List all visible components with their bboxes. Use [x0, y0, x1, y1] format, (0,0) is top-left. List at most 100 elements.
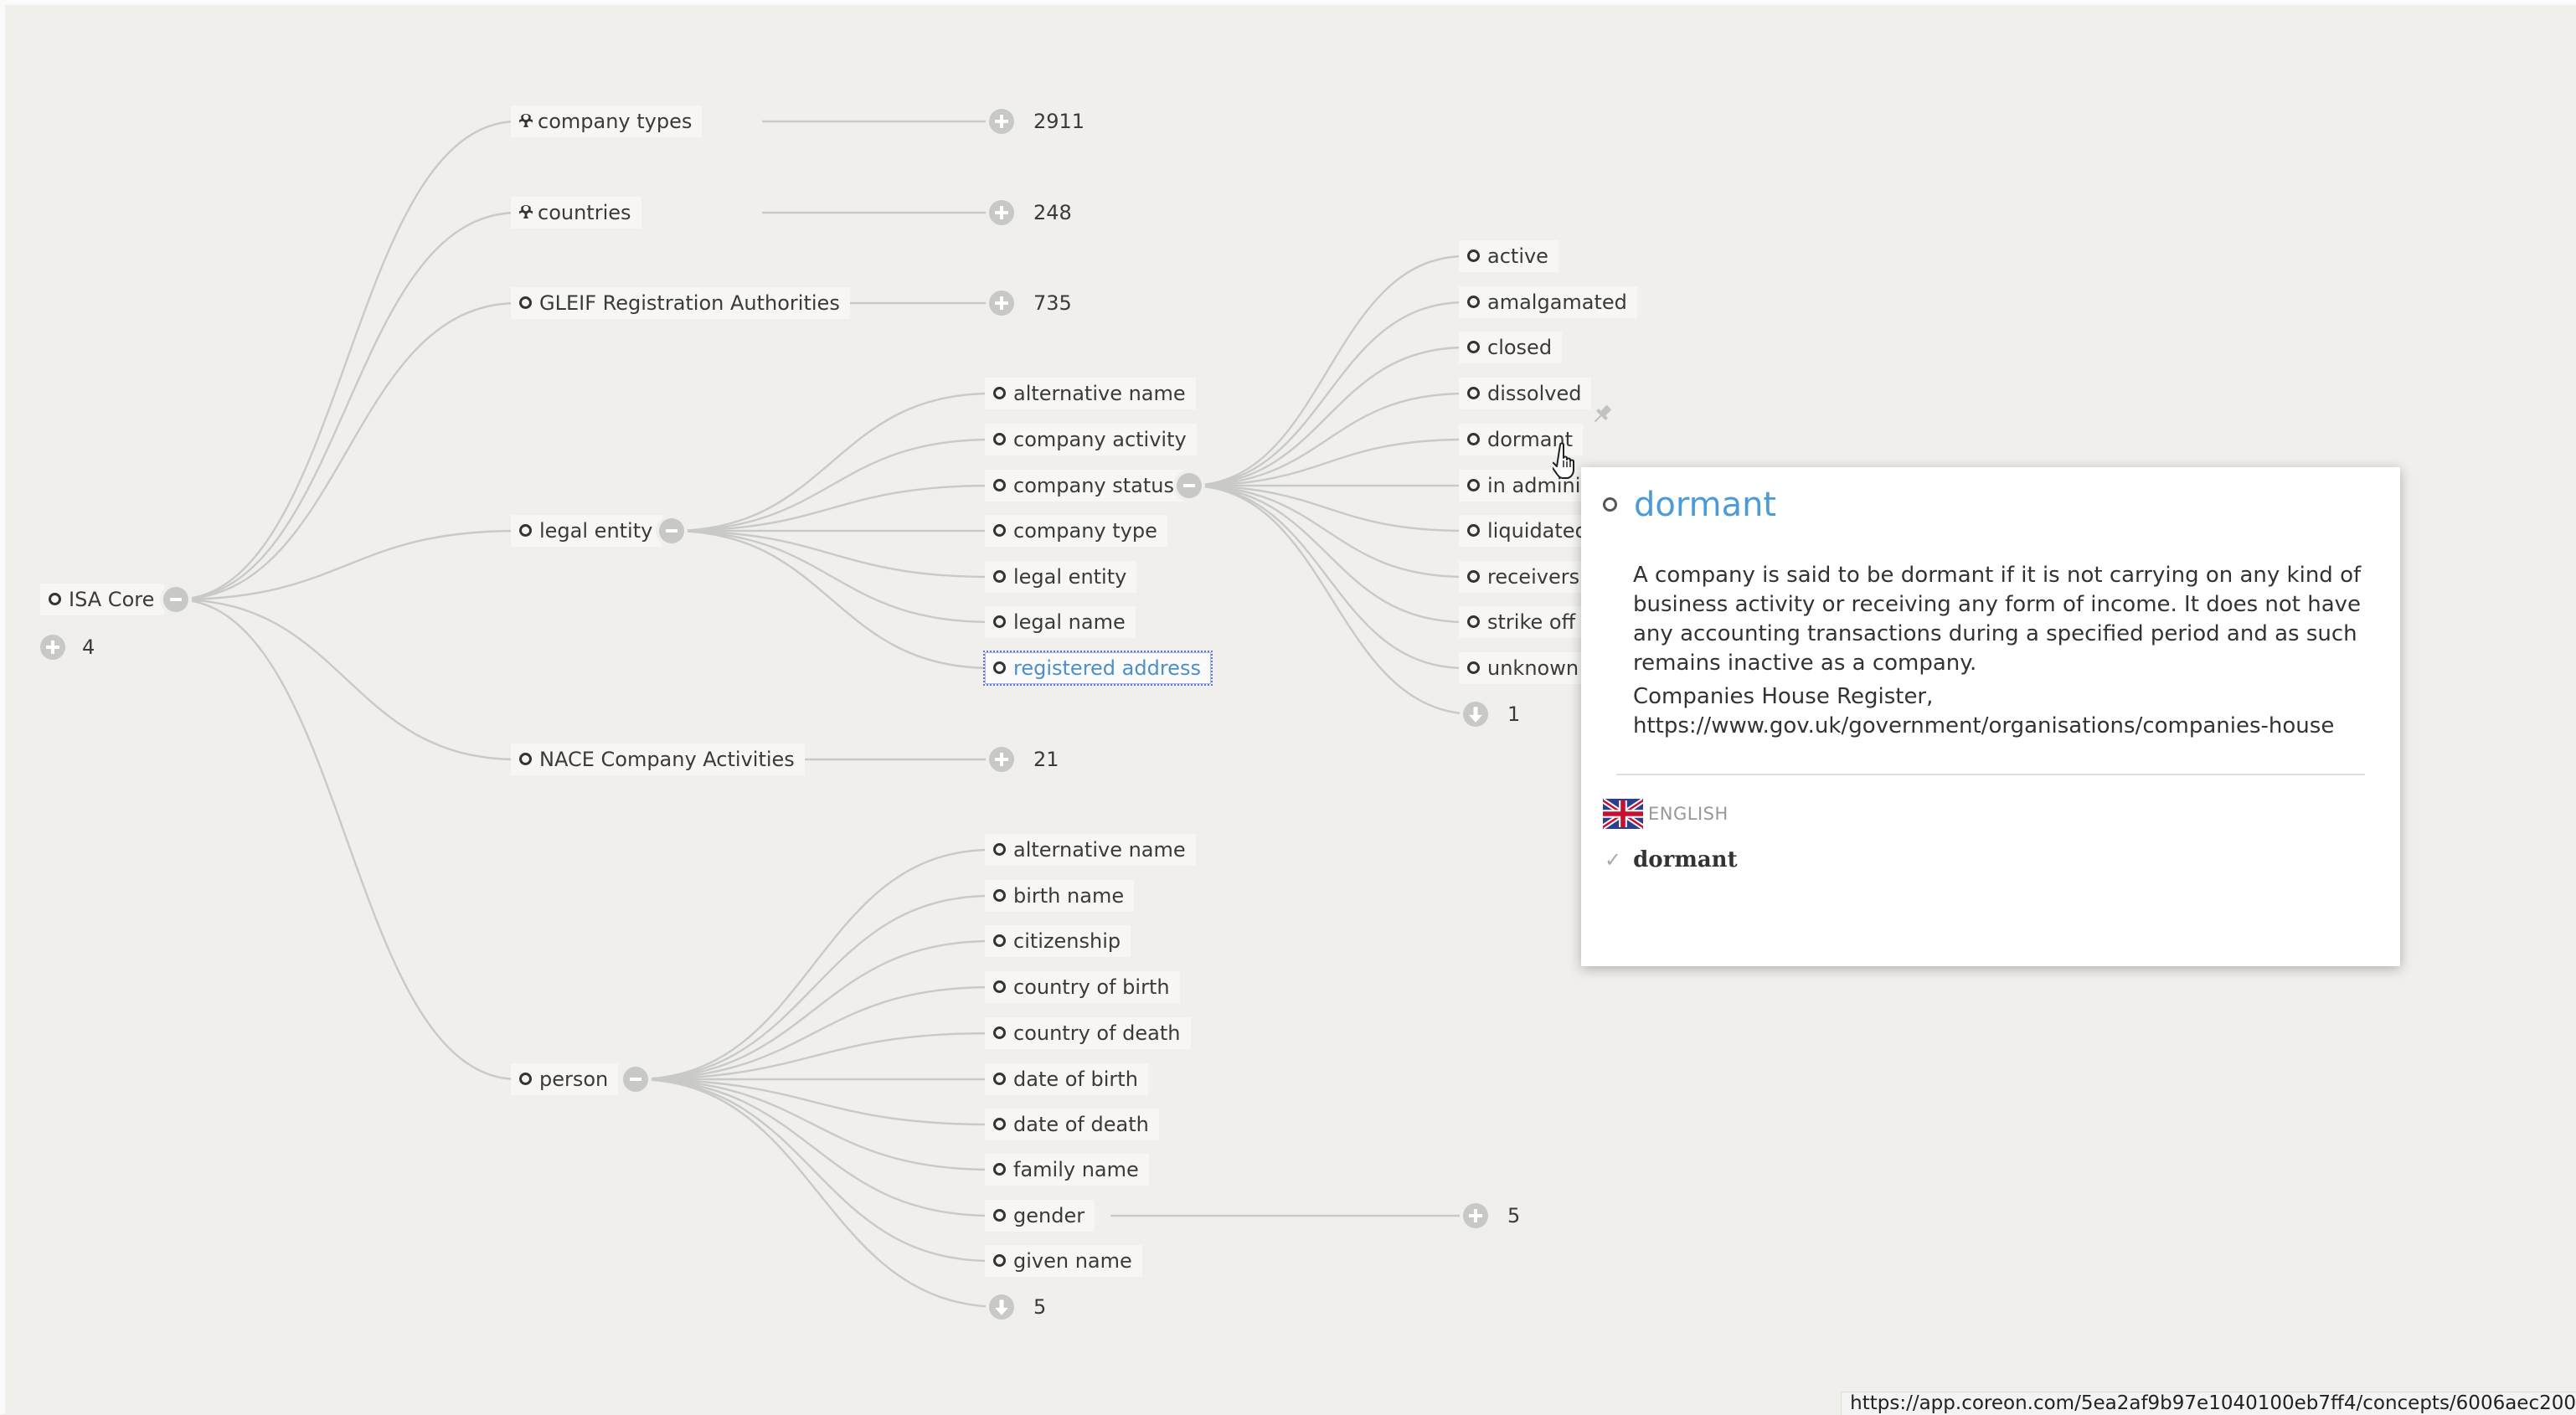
concept-node-country-of-death[interactable]: country of death — [985, 1017, 1191, 1049]
expand-button[interactable] — [1463, 1203, 1488, 1228]
concept-node-closed[interactable]: closed — [1459, 332, 1563, 363]
child-count: 248 — [1033, 201, 1072, 224]
edge — [1188, 484, 1466, 670]
concept-node-registered-address[interactable]: registered address — [983, 651, 1213, 686]
expand-button[interactable] — [989, 200, 1014, 225]
concept-node-label: date of death — [1013, 1113, 1149, 1136]
concept-node-amalgamated[interactable]: amalgamated — [1459, 286, 1637, 318]
concept-group-icon — [519, 113, 533, 127]
collapse-button[interactable] — [163, 587, 188, 612]
concept-node-person[interactable]: person — [511, 1063, 619, 1095]
expand-button[interactable] — [989, 747, 1014, 772]
term-text[interactable]: dormant — [1633, 847, 1738, 872]
concept-node-label: strike off — [1487, 610, 1576, 634]
expand-button[interactable] — [989, 109, 1014, 134]
edge — [1188, 255, 1466, 487]
edge — [175, 211, 518, 601]
term-row[interactable]: ✓ dormant — [1605, 847, 1738, 872]
concept-node-alternative-name[interactable]: alternative name — [985, 834, 1196, 866]
concept-dot-icon — [993, 478, 1006, 491]
concept-node-birth-name[interactable]: birth name — [985, 880, 1135, 912]
concept-dot-icon — [519, 523, 532, 537]
concept-node-countries[interactable]: countries — [511, 197, 641, 229]
concept-node-legal-entity[interactable]: legal entity — [985, 561, 1137, 593]
concept-node-company-types[interactable]: company types — [511, 105, 703, 137]
concept-node-gleif-registration-authorities[interactable]: GLEIF Registration Authorities — [511, 287, 850, 319]
concept-dot-icon — [1467, 249, 1480, 262]
concept-dot-icon — [1467, 295, 1480, 308]
concept-dot-icon — [993, 1208, 1006, 1222]
concept-node-nace-company-activities[interactable]: NACE Company Activities — [511, 744, 805, 775]
concept-group-icon — [519, 204, 533, 219]
tooltip-title-text[interactable]: dormant — [1634, 486, 1776, 524]
concept-node-isa-core[interactable]: ISA Core — [40, 584, 165, 615]
collapse-button[interactable] — [623, 1067, 648, 1092]
show-more-button[interactable] — [989, 1294, 1014, 1320]
concept-tooltip: dormant A company is said to be dormant … — [1581, 467, 2400, 966]
concept-dot-icon — [993, 888, 1006, 902]
edge — [635, 1078, 992, 1263]
concept-node-legal-name[interactable]: legal name — [985, 606, 1136, 638]
concept-node-family-name[interactable]: family name — [985, 1154, 1149, 1186]
concept-node-label: gender — [1013, 1204, 1085, 1227]
concept-dot-icon — [993, 1026, 1006, 1039]
concept-node-label: legal name — [1013, 610, 1126, 634]
check-icon: ✓ — [1605, 848, 1622, 872]
concept-node-label: dissolved — [1487, 382, 1582, 405]
expand-more-button[interactable] — [40, 635, 65, 660]
pin-icon[interactable] — [1589, 402, 1615, 427]
concept-node-given-name[interactable]: given name — [985, 1245, 1142, 1277]
edge — [635, 848, 992, 1081]
collapse-button[interactable] — [1177, 473, 1202, 498]
concept-node-company-type[interactable]: company type — [985, 515, 1167, 547]
concept-node-date-of-birth[interactable]: date of birth — [985, 1063, 1148, 1095]
concept-node-label: alternative name — [1013, 382, 1186, 405]
concept-node-unknown[interactable]: unknown — [1459, 652, 1589, 684]
concept-node-company-activity[interactable]: company activity — [985, 424, 1197, 455]
concept-node-label: registered address — [1013, 656, 1201, 680]
concept-dot-icon — [993, 1072, 1006, 1085]
concept-node-label: country of birth — [1013, 975, 1170, 999]
concept-node-country-of-birth[interactable]: country of birth — [985, 971, 1180, 1003]
concept-node-company-status[interactable]: company status — [985, 470, 1184, 502]
show-more-button[interactable] — [1463, 702, 1488, 727]
expand-button[interactable] — [989, 291, 1014, 316]
concept-node-label: liquidated — [1487, 519, 1588, 543]
edge — [671, 529, 992, 670]
edge — [635, 894, 992, 1081]
edge — [635, 1078, 992, 1171]
child-count: 735 — [1033, 291, 1072, 315]
concept-node-label: legal entity — [539, 519, 653, 543]
concept-node-active[interactable]: active — [1459, 240, 1558, 272]
edge — [635, 939, 992, 1081]
concept-node-date-of-death[interactable]: date of death — [985, 1109, 1159, 1140]
concept-node-legal-entity[interactable]: legal entity — [511, 515, 663, 547]
concept-node-strike-off[interactable]: strike off — [1459, 606, 1586, 638]
concept-node-liquidated[interactable]: liquidated — [1459, 515, 1598, 547]
concept-dot-icon — [519, 752, 532, 765]
edge — [671, 484, 992, 533]
concept-dot-icon — [49, 592, 61, 605]
concept-node-citizenship[interactable]: citizenship — [985, 925, 1131, 957]
concept-dot-icon — [993, 1253, 1006, 1267]
child-count: 5 — [1507, 1204, 1521, 1227]
concept-node-label: countries — [538, 201, 631, 224]
edge — [1188, 346, 1466, 487]
language-label: ENGLISH — [1648, 804, 1728, 824]
concept-dot-icon — [993, 661, 1006, 674]
concept-node-label: ISA Core — [69, 588, 155, 611]
child-count: 4 — [82, 635, 95, 659]
concept-node-alternative-name[interactable]: alternative name — [985, 378, 1196, 409]
concept-dot-icon — [993, 386, 1006, 399]
edge — [635, 1078, 1002, 1309]
concept-map-canvas[interactable]: ISA Core 4 company types 2911 countries 248 GL… — [0, 0, 2576, 1415]
concept-node-gender[interactable]: gender — [985, 1200, 1095, 1232]
concept-node-dissolved[interactable]: dissolved — [1459, 378, 1592, 409]
concept-node-label: amalgamated — [1487, 291, 1627, 314]
tooltip-title[interactable]: dormant — [1603, 476, 1776, 534]
edge — [175, 301, 518, 601]
tooltip-definition: A company is said to be dormant if it is… — [1633, 563, 2362, 676]
concept-dot-icon — [993, 980, 1006, 993]
concept-node-label: active — [1487, 244, 1548, 268]
collapse-button[interactable] — [659, 518, 684, 543]
